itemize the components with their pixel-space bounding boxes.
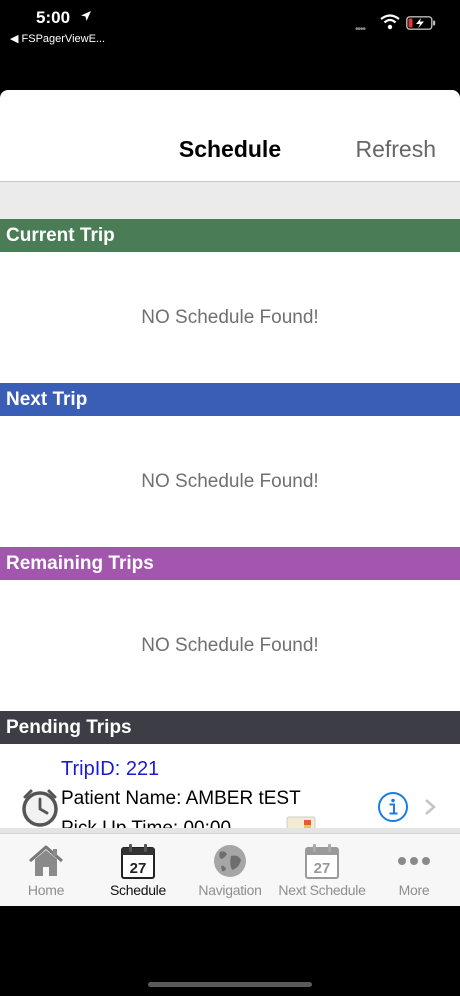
current-trip-empty-text: NO Schedule Found! — [141, 306, 319, 328]
remaining-trips-empty-text: NO Schedule Found! — [141, 634, 319, 656]
refresh-button[interactable]: Refresh — [355, 136, 436, 163]
more-icon — [398, 857, 430, 865]
tab-bar: Home 27 Schedule Navigation 27 Next Sche… — [0, 833, 460, 906]
next-trip-header: Next Trip — [0, 383, 460, 416]
cellular-signal-icon: •••• — [355, 24, 366, 35]
tab-navigation[interactable]: Navigation — [184, 834, 276, 906]
calendar-icon: 27 — [121, 844, 155, 879]
back-to-app-link[interactable]: ◀ FSPagerViewE... — [10, 32, 105, 45]
tab-home[interactable]: Home — [0, 834, 92, 906]
battery-icon — [406, 16, 436, 30]
calendar-day-label: 27 — [130, 860, 147, 877]
current-trip-header: Current Trip — [0, 219, 460, 252]
tab-schedule[interactable]: 27 Schedule — [92, 834, 184, 906]
notes-icon — [286, 816, 316, 828]
pickup-time: Pick Up Time: 00:00 — [61, 818, 231, 828]
globe-icon — [214, 845, 246, 877]
pending-trips-header: Pending Trips — [0, 711, 460, 744]
tab-label-home: Home — [27, 882, 65, 898]
patient-name: Patient Name: AMBER tEST — [61, 788, 301, 809]
calendar-day-label: 27 — [314, 860, 331, 877]
tab-more[interactable]: More — [368, 834, 460, 906]
calendar-icon: 27 — [305, 844, 339, 879]
trip-id: TripID: 221 — [61, 758, 160, 780]
status-bar: 5:00 ◀ FSPagerViewE... •••• — [0, 0, 460, 50]
next-trip-empty-text: NO Schedule Found! — [141, 470, 319, 492]
header-spacer — [0, 182, 460, 219]
pending-trip-row[interactable]: TripID: 221 Patient Name: AMBER tEST Pic… — [0, 744, 460, 828]
tab-label-schedule: Schedule — [110, 882, 166, 898]
tab-label-navigation: Navigation — [198, 882, 262, 898]
tab-label-more: More — [398, 882, 430, 898]
tab-label-next-schedule: Next Schedule — [278, 882, 366, 898]
home-indicator[interactable] — [148, 982, 312, 987]
home-icon — [29, 845, 63, 876]
alarm-clock-icon — [22, 789, 58, 827]
navigation-bar: Schedule Refresh — [0, 90, 460, 182]
info-icon[interactable] — [377, 791, 409, 823]
location-arrow-icon — [81, 11, 91, 21]
schedule-screen: Schedule Refresh Current Trip NO Schedul… — [0, 90, 460, 906]
status-time: 5:00 — [36, 8, 71, 27]
chevron-right-icon[interactable] — [423, 798, 437, 816]
wifi-icon — [380, 14, 400, 30]
tab-next-schedule[interactable]: 27 Next Schedule — [276, 834, 368, 906]
remaining-trips-header: Remaining Trips — [0, 547, 460, 580]
